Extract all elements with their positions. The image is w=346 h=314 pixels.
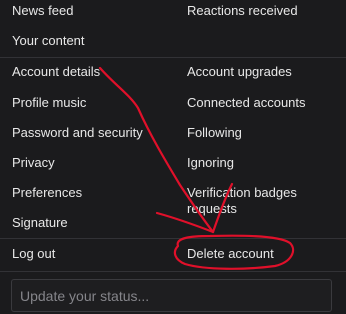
status-update-input[interactable] (11, 279, 332, 312)
menu-item-log-out[interactable]: Log out (12, 246, 55, 262)
menu-item-preferences[interactable]: Preferences (12, 185, 82, 201)
menu-item-privacy[interactable]: Privacy (12, 155, 55, 171)
divider (0, 238, 346, 239)
menu-item-following[interactable]: Following (187, 125, 242, 141)
menu-item-ignoring[interactable]: Ignoring (187, 155, 234, 171)
menu-item-account-details[interactable]: Account details (12, 64, 100, 80)
menu-item-connected-accounts[interactable]: Connected accounts (187, 95, 306, 111)
divider (0, 271, 346, 272)
menu-item-delete-account[interactable]: Delete account (187, 246, 274, 262)
account-menu: News feed Reactions received Your conten… (0, 0, 346, 314)
menu-item-verification-badges-requests[interactable]: Verification badges requests (187, 185, 297, 217)
menu-item-profile-music[interactable]: Profile music (12, 95, 86, 111)
menu-item-reactions-received[interactable]: Reactions received (187, 3, 298, 19)
menu-item-account-upgrades[interactable]: Account upgrades (187, 64, 292, 80)
menu-item-news-feed[interactable]: News feed (12, 3, 73, 19)
menu-item-password-security[interactable]: Password and security (12, 125, 143, 141)
menu-item-signature[interactable]: Signature (12, 215, 68, 231)
menu-item-your-content[interactable]: Your content (12, 33, 85, 49)
divider (0, 57, 346, 58)
